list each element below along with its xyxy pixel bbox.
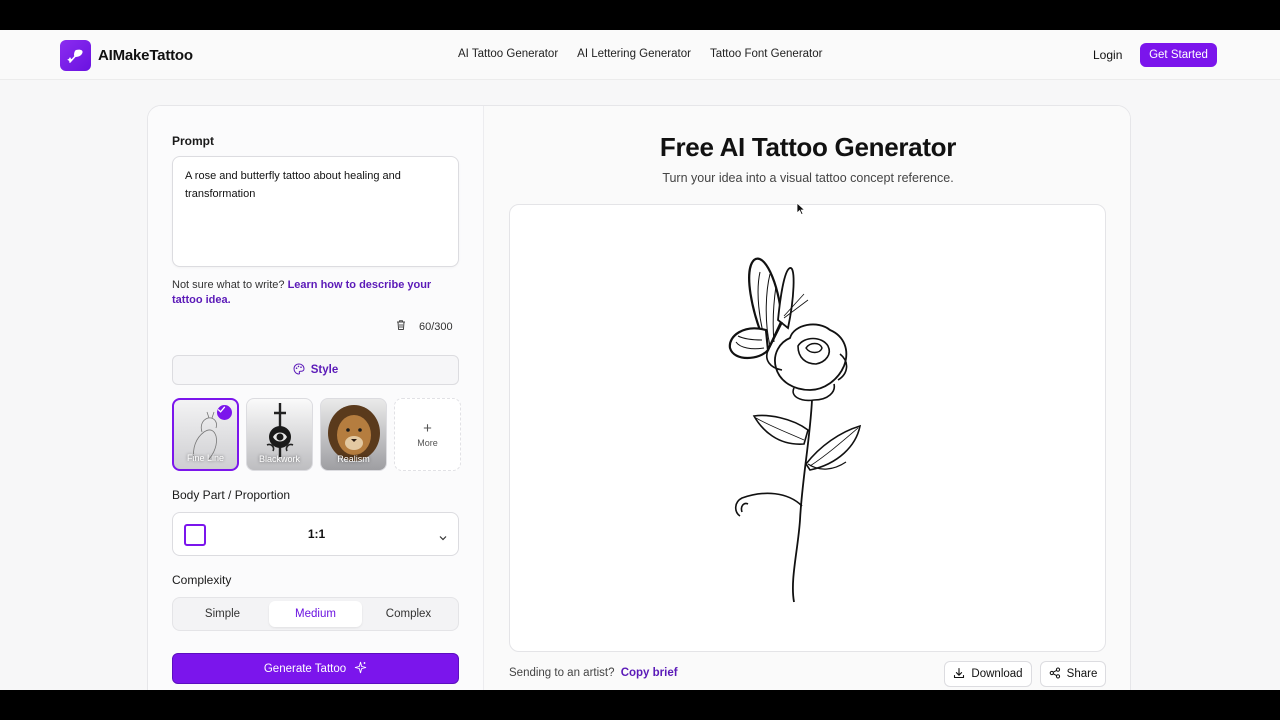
body-part-label: Body Part / Proportion	[172, 488, 291, 502]
prompt-label: Prompt	[172, 134, 214, 148]
more-styles-button[interactable]: + More	[394, 398, 461, 471]
main-nav: AI Tattoo Generator AI Lettering Generat…	[458, 48, 822, 60]
rose-butterfly-tattoo-artwork	[728, 257, 862, 603]
generate-tattoo-button[interactable]: Generate Tattoo	[172, 653, 459, 684]
send-text: Sending to an artist?	[509, 667, 615, 679]
style-option-label: Blackwork	[258, 454, 300, 464]
style-option-label: Realism	[337, 454, 370, 464]
settings-panel: Prompt A rose and butterfly tattoo about…	[148, 106, 484, 690]
page: AIMakeTattoo AI Tattoo Generator AI Lett…	[0, 30, 1280, 690]
preview-panel: Free AI Tattoo Generator Turn your idea …	[484, 106, 1130, 690]
trash-icon[interactable]	[395, 319, 407, 334]
logo-quill-icon	[60, 40, 91, 71]
more-label: More	[417, 437, 438, 448]
style-option-realism[interactable]: Realism	[320, 398, 387, 471]
check-icon	[217, 405, 232, 420]
prompt-hint: Not sure what to write? Learn how to des…	[172, 278, 452, 308]
body-part-select[interactable]: 1:1	[172, 512, 459, 556]
style-option-fine-line[interactable]: Fine Line	[172, 398, 239, 471]
palette-icon	[293, 362, 305, 378]
logo-text: AIMakeTattoo	[98, 47, 193, 64]
page-subtitle: Turn your idea into a visual tattoo conc…	[662, 171, 954, 185]
plus-icon: +	[423, 419, 432, 437]
style-label: Style	[310, 364, 339, 376]
share-icon	[1049, 666, 1061, 682]
nav-ai-tattoo-generator[interactable]: AI Tattoo Generator	[458, 48, 558, 60]
prompt-textarea[interactable]: A rose and butterfly tattoo about healin…	[172, 156, 459, 267]
site-header: AIMakeTattoo AI Tattoo Generator AI Lett…	[0, 30, 1280, 80]
nav-tattoo-font-generator[interactable]: Tattoo Font Generator	[710, 48, 823, 60]
cursor-icon	[796, 202, 806, 221]
complexity-complex[interactable]: Complex	[362, 601, 455, 627]
video-letterbox-bottom	[0, 690, 1280, 720]
generator-card: Prompt A rose and butterfly tattoo about…	[147, 105, 1131, 690]
complexity-label: Complexity	[172, 573, 232, 587]
chevron-down-icon	[438, 530, 448, 548]
nav-ai-lettering-generator[interactable]: AI Lettering Generator	[577, 48, 691, 60]
ratio-value: 1:1	[307, 527, 326, 541]
share-label: Share	[1066, 668, 1098, 680]
char-counter-row: 60/300	[395, 319, 453, 334]
complexity-simple[interactable]: Simple	[176, 601, 269, 627]
style-options: Fine Line Blackwork Realism + More	[172, 398, 461, 471]
video-letterbox-top	[0, 0, 1280, 30]
copy-brief-link[interactable]: Copy brief	[621, 667, 678, 679]
download-button[interactable]: Download	[944, 661, 1032, 687]
complexity-segmented-control: Simple Medium Complex	[172, 597, 459, 631]
style-option-blackwork[interactable]: Blackwork	[246, 398, 313, 471]
send-to-artist-row: Sending to an artist? Copy brief	[509, 667, 678, 679]
complexity-medium[interactable]: Medium	[269, 601, 362, 627]
page-title: Free AI Tattoo Generator	[659, 132, 957, 162]
hint-text: Not sure what to write?	[172, 279, 285, 291]
style-option-label: Fine Line	[186, 453, 225, 463]
login-link[interactable]: Login	[1093, 48, 1122, 62]
char-count: 60/300	[419, 320, 453, 333]
get-started-button[interactable]: Get Started	[1140, 43, 1217, 67]
download-label: Download	[971, 668, 1023, 680]
style-button[interactable]: Style	[172, 355, 459, 385]
tattoo-preview-image	[509, 204, 1106, 652]
logo[interactable]: AIMakeTattoo	[60, 40, 193, 71]
download-icon	[953, 667, 965, 682]
share-button[interactable]: Share	[1040, 661, 1106, 687]
sparkle-icon	[354, 661, 367, 677]
generate-label: Generate Tattoo	[263, 662, 347, 675]
